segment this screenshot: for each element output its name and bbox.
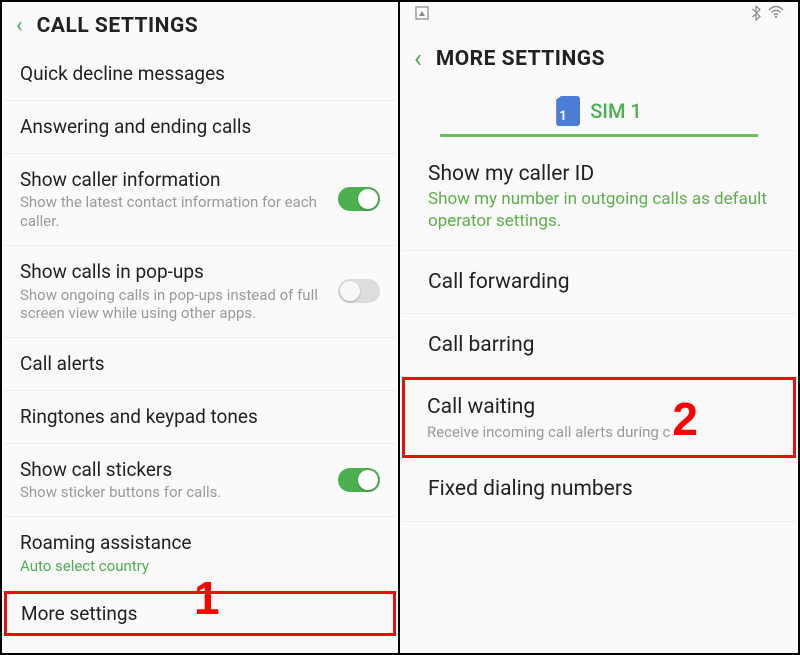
item-ringtones[interactable]: Ringtones and keypad tones [4, 391, 396, 444]
settings-list: Quick decline messages Answering and end… [2, 48, 398, 636]
item-barring[interactable]: Call barring [402, 314, 796, 377]
item-caller-id[interactable]: Show my caller ID Show my number in outg… [402, 143, 796, 251]
label: Answering and ending calls [20, 115, 380, 139]
back-icon[interactable]: ‹ [414, 46, 422, 72]
call-settings-panel: ‹ CALL SETTINGS Quick decline messages A… [2, 2, 400, 653]
label: Show caller information [20, 168, 326, 192]
header: ‹ MORE SETTINGS [400, 28, 798, 82]
item-call-waiting[interactable]: Call waiting Receive incoming call alert… [402, 377, 796, 458]
sublabel: Show the latest contact information for … [20, 193, 326, 231]
item-stickers[interactable]: Show call stickers Show sticker buttons … [4, 444, 396, 518]
item-quick-decline[interactable]: Quick decline messages [4, 48, 396, 101]
toggle-popups[interactable] [338, 279, 380, 303]
header: ‹ CALL SETTINGS [2, 2, 398, 48]
label: Call waiting [427, 394, 771, 420]
item-show-caller-info[interactable]: Show caller information Show the latest … [4, 154, 396, 246]
wifi-icon [768, 5, 784, 25]
item-answering[interactable]: Answering and ending calls [4, 101, 396, 154]
bluetooth-icon [750, 5, 762, 25]
sublabel: Show my number in outgoing calls as defa… [428, 189, 770, 232]
annotation-2: 2 [672, 392, 698, 446]
item-forwarding[interactable]: Call forwarding [402, 251, 796, 314]
statusbar [400, 2, 798, 28]
toggle-stickers[interactable] [338, 468, 380, 492]
sublabel: Show ongoing calls in pop-ups instead of… [20, 286, 326, 324]
label: Call alerts [20, 352, 380, 376]
more-settings-panel: ‹ MORE SETTINGS 1 SIM 1 Show my caller I… [400, 2, 798, 653]
label: Call forwarding [428, 269, 770, 295]
label: Quick decline messages [20, 62, 380, 86]
item-fixed-dialing[interactable]: Fixed dialing numbers [402, 458, 796, 521]
label: Show my caller ID [428, 161, 770, 187]
label: Ringtones and keypad tones [20, 405, 380, 429]
item-call-alerts[interactable]: Call alerts [4, 338, 396, 391]
page-title: CALL SETTINGS [37, 14, 199, 38]
label: Show call stickers [20, 458, 326, 482]
label: Call barring [428, 332, 770, 358]
sublabel: Show sticker buttons for calls. [20, 483, 326, 502]
label: Fixed dialing numbers [428, 476, 770, 502]
label: Roaming assistance [20, 531, 380, 555]
toggle-show-caller-info[interactable] [338, 187, 380, 211]
label: Show calls in pop-ups [20, 260, 326, 284]
page-title: MORE SETTINGS [436, 47, 605, 71]
back-icon[interactable]: ‹ [16, 15, 23, 37]
annotation-1: 1 [194, 571, 220, 625]
screenshot-icon [414, 5, 430, 25]
sublabel: Receive incoming call alerts during c [427, 423, 771, 442]
item-popups[interactable]: Show calls in pop-ups Show ongoing calls… [4, 246, 396, 338]
sim-label: SIM 1 [590, 99, 642, 123]
sim-tab[interactable]: 1 SIM 1 [440, 82, 758, 137]
settings-list: Show my caller ID Show my number in outg… [400, 143, 798, 522]
sim-card-icon: 1 [556, 96, 580, 126]
